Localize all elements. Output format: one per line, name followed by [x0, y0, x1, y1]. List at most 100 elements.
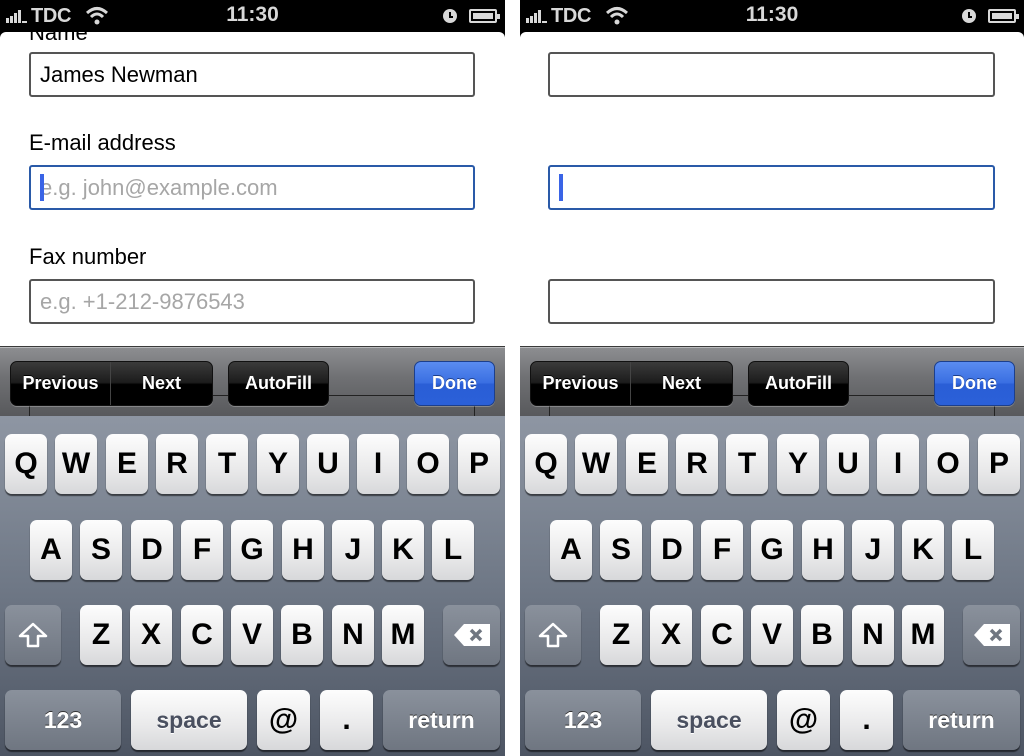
name-field[interactable]	[548, 52, 995, 97]
delete-key[interactable]	[963, 605, 1020, 665]
shift-icon	[538, 622, 568, 648]
autofill-button[interactable]: AutoFill	[748, 361, 849, 406]
text-caret	[559, 174, 563, 201]
key-l[interactable]: L	[952, 520, 994, 580]
name-label: Name	[29, 32, 88, 45]
key-a[interactable]: A	[30, 520, 72, 580]
key-t[interactable]: T	[726, 434, 768, 494]
key-z[interactable]: Z	[80, 605, 122, 665]
key-p[interactable]: P	[978, 434, 1020, 494]
web-form	[520, 32, 1024, 346]
prev-next-control: Previous Next	[10, 361, 213, 406]
name-field[interactable]: James Newman	[29, 52, 475, 97]
form-assistant-toolbar: Previous Next AutoFill Done	[0, 346, 505, 417]
key-n[interactable]: N	[852, 605, 894, 665]
at-key[interactable]: @	[777, 690, 830, 750]
key-m[interactable]: M	[382, 605, 424, 665]
key-g[interactable]: G	[231, 520, 273, 580]
key-h[interactable]: H	[802, 520, 844, 580]
key-e[interactable]: E	[626, 434, 668, 494]
key-m[interactable]: M	[902, 605, 944, 665]
key-t[interactable]: T	[206, 434, 248, 494]
clock-icon	[443, 9, 457, 23]
shift-icon	[18, 622, 48, 648]
return-key[interactable]: return	[903, 690, 1020, 750]
key-b[interactable]: B	[801, 605, 843, 665]
prev-next-control: Previous Next	[530, 361, 733, 406]
status-time: 11:30	[745, 3, 799, 26]
phone-screen-left: TDC 11:30 Name James Newman E-mail addre…	[0, 0, 505, 756]
key-n[interactable]: N	[332, 605, 374, 665]
key-s[interactable]: S	[600, 520, 642, 580]
form-assistant-toolbar: Previous Next AutoFill Done	[520, 346, 1024, 417]
fax-field[interactable]	[548, 279, 995, 324]
key-s[interactable]: S	[80, 520, 122, 580]
next-button[interactable]: Next	[630, 362, 732, 405]
key-a[interactable]: A	[550, 520, 592, 580]
email-field[interactable]	[548, 165, 995, 210]
phone-screen-right: TDC 11:30 Previous Next AutoFill Done 12…	[520, 0, 1024, 756]
key-j[interactable]: J	[852, 520, 894, 580]
key-p[interactable]: P	[458, 434, 500, 494]
key-b[interactable]: B	[281, 605, 323, 665]
key-r[interactable]: R	[676, 434, 718, 494]
key-i[interactable]: I	[877, 434, 919, 494]
key-r[interactable]: R	[156, 434, 198, 494]
key-k[interactable]: K	[382, 520, 424, 580]
done-button[interactable]: Done	[934, 361, 1015, 406]
clock-icon	[962, 9, 976, 23]
key-v[interactable]: V	[751, 605, 793, 665]
space-key[interactable]: space	[651, 690, 767, 750]
key-f[interactable]: F	[701, 520, 743, 580]
numbers-key[interactable]: 123	[525, 690, 641, 750]
key-w[interactable]: W	[575, 434, 617, 494]
key-q[interactable]: Q	[5, 434, 47, 494]
key-c[interactable]: C	[181, 605, 223, 665]
key-v[interactable]: V	[231, 605, 273, 665]
shift-key[interactable]	[5, 605, 61, 665]
key-x[interactable]: X	[650, 605, 692, 665]
key-u[interactable]: U	[307, 434, 349, 494]
at-key[interactable]: @	[257, 690, 310, 750]
key-q[interactable]: Q	[525, 434, 567, 494]
delete-key[interactable]	[443, 605, 500, 665]
key-k[interactable]: K	[902, 520, 944, 580]
previous-button[interactable]: Previous	[11, 362, 110, 405]
key-x[interactable]: X	[130, 605, 172, 665]
previous-button[interactable]: Previous	[531, 362, 630, 405]
key-o[interactable]: O	[407, 434, 449, 494]
shift-key[interactable]	[525, 605, 581, 665]
space-key[interactable]: space	[131, 690, 247, 750]
key-o[interactable]: O	[927, 434, 969, 494]
return-key[interactable]: return	[383, 690, 500, 750]
done-button[interactable]: Done	[414, 361, 495, 406]
key-d[interactable]: D	[131, 520, 173, 580]
numbers-key[interactable]: 123	[5, 690, 121, 750]
key-h[interactable]: H	[282, 520, 324, 580]
key-f[interactable]: F	[181, 520, 223, 580]
email-label: E-mail address	[29, 130, 176, 155]
dot-key[interactable]: .	[320, 690, 373, 750]
key-d[interactable]: D	[651, 520, 693, 580]
key-i[interactable]: I	[357, 434, 399, 494]
key-j[interactable]: J	[332, 520, 374, 580]
key-c[interactable]: C	[701, 605, 743, 665]
keyboard: 123 space @ . return QWERTYUIOP ASDFGHJKL…	[0, 416, 505, 756]
key-z[interactable]: Z	[600, 605, 642, 665]
key-w[interactable]: W	[55, 434, 97, 494]
key-u[interactable]: U	[827, 434, 869, 494]
email-field[interactable]: e.g. john@example.com	[29, 165, 475, 210]
status-bar: TDC 11:30	[0, 0, 505, 32]
battery-icon	[988, 9, 1019, 23]
key-y[interactable]: Y	[777, 434, 819, 494]
key-g[interactable]: G	[751, 520, 793, 580]
next-button[interactable]: Next	[110, 362, 212, 405]
dot-key[interactable]: .	[840, 690, 893, 750]
key-y[interactable]: Y	[257, 434, 299, 494]
key-e[interactable]: E	[106, 434, 148, 494]
name-value: James Newman	[40, 62, 198, 87]
delete-icon	[453, 624, 490, 646]
fax-field[interactable]: e.g. +1-212-9876543	[29, 279, 475, 324]
autofill-button[interactable]: AutoFill	[228, 361, 329, 406]
key-l[interactable]: L	[432, 520, 474, 580]
